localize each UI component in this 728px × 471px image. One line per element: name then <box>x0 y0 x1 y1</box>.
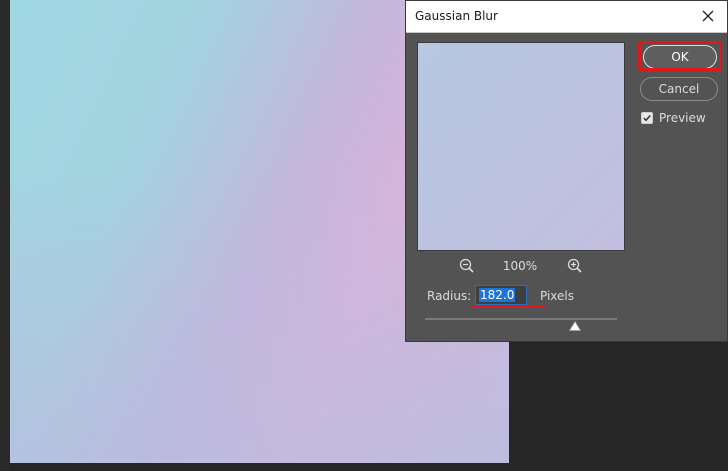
checkmark-icon <box>643 114 651 122</box>
radius-highlight-underline <box>471 305 546 308</box>
zoom-in-icon <box>567 258 582 273</box>
blur-preview[interactable] <box>417 42 625 251</box>
radius-label: Radius: <box>427 289 472 303</box>
cancel-button[interactable]: Cancel <box>640 77 718 101</box>
radius-slider-thumb[interactable] <box>568 321 581 331</box>
radius-input[interactable]: 182.0 <box>475 285 527 305</box>
gaussian-blur-dialog: Gaussian Blur 100% Radius: 182.0 Pixels … <box>405 0 728 342</box>
radius-unit: Pixels <box>540 289 575 303</box>
preview-checkbox[interactable] <box>641 112 653 124</box>
ok-button[interactable]: OK <box>643 45 717 69</box>
zoom-level: 100% <box>502 259 538 273</box>
radius-value: 182.0 <box>479 288 516 302</box>
canvas-edge <box>0 0 10 471</box>
radius-slider-track[interactable] <box>425 318 617 320</box>
zoom-in-button[interactable] <box>566 257 584 275</box>
close-button[interactable] <box>697 5 719 27</box>
preview-label[interactable]: Preview <box>659 111 706 125</box>
dialog-title: Gaussian Blur <box>415 9 498 23</box>
zoom-controls: 100% <box>417 257 623 275</box>
close-icon <box>702 10 714 22</box>
dialog-titlebar[interactable]: Gaussian Blur <box>406 1 727 33</box>
